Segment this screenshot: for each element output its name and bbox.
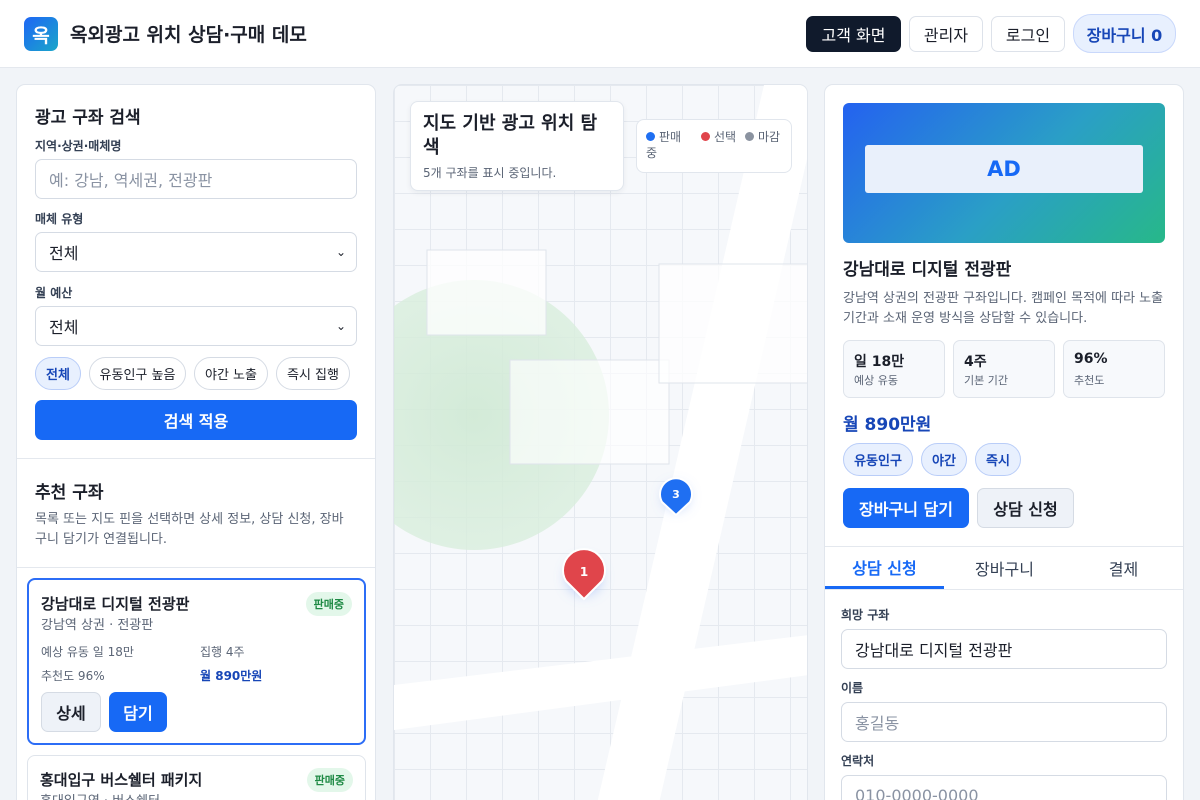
dot-icon [646,132,655,141]
consult-button[interactable]: 상담 신청 [977,488,1074,528]
chevron-down-icon: ⌄ [335,245,346,259]
slot-input[interactable]: 강남대로 디지털 전광판 [841,629,1167,669]
recommend-description: 목록 또는 지도 핀을 선택하면 상세 정보, 상담 신청, 장바구니 담기가 … [35,512,344,547]
media-type-value: 전체 [49,244,79,263]
cart-button[interactable]: 장바구니 0 [1073,14,1176,53]
chevron-down-icon: ⌄ [335,319,346,333]
app-logo: 옥 [24,17,58,51]
budget-select[interactable]: 전체 ⌄ [35,306,357,346]
map-legend: 판매중 선택 마감 [636,119,792,173]
slot-label: 희망 구좌 [841,608,890,622]
recommend-title: 추천 구좌 [35,483,104,503]
pin-number: 1 [580,565,588,579]
ad-preview-image: AD [843,103,1165,243]
add-to-cart-button[interactable]: 장바구니 담기 [843,488,969,528]
name-label: 이름 [841,681,864,695]
slot-card-title: 홍대입구 버스쉘터 패키지 [40,771,203,789]
tab-divider [825,589,1183,590]
phone-input[interactable]: 010-0000-0000 [841,775,1167,800]
legend-available: 판매중 [646,130,682,160]
stat-card-traffic: 일 18만 예상 유동 [843,340,945,398]
stat-value: 일 18만 [854,354,905,370]
stat-card-period: 4주 기본 기간 [953,340,1055,398]
slot-card-subtitle: 홍대입구역 · 버스쉘터 [40,790,160,800]
legend-closed: 마감 [745,129,789,145]
section-divider [17,458,375,459]
search-panel: 광고 구좌 검색 지역·상권·매체명 예: 강남, 역세권, 전광판 매체 유형… [16,84,376,800]
tag-chip: 야간 [921,443,967,476]
pin-number: 3 [672,488,680,501]
building-block [658,263,807,384]
slot-card-subtitle: 강남역 상권 · 전광판 [41,618,154,633]
map-subtitle: 5개 구좌를 표시 중입니다. [423,166,557,180]
detail-button[interactable]: 상세 [41,692,101,732]
filter-chip-high-traffic[interactable]: 유동인구 높음 [89,357,186,390]
stat-value: 96% [1074,351,1108,367]
tag-chip: 즉시 [975,443,1021,476]
app-title: 옥외광고 위치 상담·구매 데모 [70,24,307,46]
map-title: 지도 기반 광고 위치 탐색 [423,113,598,158]
media-type-label: 매체 유형 [35,212,84,226]
status-badge: 판매중 [306,768,353,792]
dot-icon [701,132,710,141]
slot-card-selected[interactable]: 강남대로 디지털 전광판 강남역 상권 · 전광판 판매중 예상 유동 일 18… [27,578,366,745]
add-to-cart-button[interactable]: 담기 [109,692,167,732]
slot-card-title: 강남대로 디지털 전광판 [41,595,190,613]
map-canvas: 1 3 [394,85,807,800]
legend-selected: 선택 [701,129,745,145]
budget-label: 월 예산 [35,286,73,300]
stat-card-score: 96% 추천도 [1063,340,1165,398]
section-divider [17,567,375,568]
dot-icon [745,132,754,141]
tab-consult[interactable]: 상담 신청 [825,547,944,589]
region-search-input[interactable]: 예: 강남, 역세권, 전광판 [35,159,357,199]
slot-card-score: 추천도 96% [41,669,105,683]
detail-title: 강남대로 디지털 전광판 [843,260,1012,280]
login-button[interactable]: 로그인 [991,16,1065,52]
tab-payment[interactable]: 결제 [1064,547,1183,589]
admin-button[interactable]: 관리자 [909,16,983,52]
stat-label: 추천도 [1074,374,1105,387]
status-badge: 판매중 [305,592,352,616]
filter-chip-immediate[interactable]: 즉시 집행 [276,357,350,390]
ad-placeholder: AD [865,145,1143,193]
detail-description: 강남역 상권의 전광판 구좌입니다. 캠페인 목적에 따라 노출 기간과 소재 … [843,291,1164,326]
app-header: 옥 옥외광고 위치 상담·구매 데모 고객 화면 관리자 로그인 장바구니 0 [0,0,1200,68]
filter-chip-night[interactable]: 야간 노출 [194,357,268,390]
slot-card[interactable]: 홍대입구 버스쉘터 패키지 홍대입구역 · 버스쉘터 판매중 [27,755,366,800]
building-block [509,359,670,465]
filter-chip-all[interactable]: 전체 [35,357,81,390]
tab-cart[interactable]: 장바구니 [945,547,1064,589]
slot-card-traffic: 예상 유동 일 18만 [41,645,134,659]
stat-label: 기본 기간 [964,374,1008,387]
apply-search-button[interactable]: 검색 적용 [35,400,357,440]
stat-value: 4주 [964,354,987,370]
region-label: 지역·상권·매체명 [35,139,122,153]
detail-price: 월 890만원 [843,415,932,435]
phone-label: 연락처 [841,754,875,768]
name-input[interactable]: 홍길동 [841,702,1167,742]
customer-view-button[interactable]: 고객 화면 [806,16,901,52]
cross-road [394,635,807,730]
slot-card-price: 월 890만원 [200,669,263,683]
search-title: 광고 구좌 검색 [35,108,141,128]
budget-value: 전체 [49,318,79,337]
map-view[interactable]: 1 3 지도 기반 광고 위치 탐색 5개 구좌를 표시 중입니다. 판매중 선… [393,84,808,800]
map-pin-1-selected[interactable]: 1 [562,548,606,601]
media-type-select[interactable]: 전체 ⌄ [35,232,357,272]
building-block [426,249,547,336]
tag-chip: 유동인구 [843,443,913,476]
stat-label: 예상 유동 [854,374,898,387]
map-title-card: 지도 기반 광고 위치 탐색 5개 구좌를 표시 중입니다. [410,101,624,191]
detail-panel: AD 강남대로 디지털 전광판 강남역 상권의 전광판 구좌입니다. 캠페인 목… [824,84,1184,800]
slot-card-period: 집행 4주 [200,645,245,659]
